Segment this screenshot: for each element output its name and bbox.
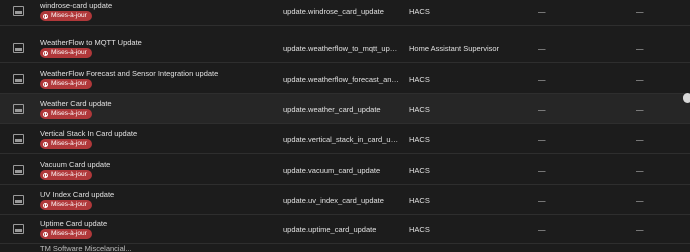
area: — bbox=[538, 165, 546, 175]
label-chip[interactable]: Mises-à-jour bbox=[40, 48, 92, 58]
label-chip[interactable]: Mises-à-jour bbox=[40, 11, 92, 21]
entity-id: update.weatherflow_forecast_and_se... bbox=[283, 74, 401, 84]
update-label-icon bbox=[43, 172, 48, 178]
label-chip[interactable]: Mises-à-jour bbox=[40, 229, 92, 239]
table-row[interactable]: WeatherFlow to MQTT Update Mises-à-jour … bbox=[0, 33, 690, 63]
integration: Home Assistant Supervisor bbox=[409, 43, 500, 53]
status: — bbox=[636, 6, 644, 16]
integration: HACS bbox=[409, 74, 430, 84]
table-row[interactable]: UV Index Card update Mises-à-jour update… bbox=[0, 185, 690, 215]
integration: HACS bbox=[409, 195, 430, 205]
update-entity-icon bbox=[12, 43, 24, 53]
status: — bbox=[636, 195, 644, 205]
label-text: Mises-à-jour bbox=[51, 171, 87, 178]
update-label-icon bbox=[43, 231, 48, 237]
table-row[interactable]: WeatherFlow Forecast and Sensor Integrat… bbox=[0, 64, 690, 94]
update-label-icon bbox=[43, 202, 48, 208]
table-row[interactable]: Weather Card update Mises-à-jour update.… bbox=[0, 94, 690, 124]
label-text: Mises-à-jour bbox=[51, 80, 87, 87]
entity-id: update.windrose_card_update bbox=[283, 6, 384, 16]
integration: HACS bbox=[409, 6, 430, 16]
status: — bbox=[636, 165, 644, 175]
entities-table: windrose-card update Mises-à-jour update… bbox=[0, 0, 690, 252]
status: — bbox=[636, 224, 644, 234]
update-entity-icon bbox=[12, 195, 24, 205]
label-text: Mises-à-jour bbox=[51, 110, 87, 117]
area: — bbox=[538, 224, 546, 234]
status: — bbox=[636, 43, 644, 53]
entity-id: update.uv_index_card_update bbox=[283, 195, 384, 205]
table-row[interactable]: Uptime Card update Mises-à-jour update.u… bbox=[0, 214, 690, 244]
integration: HACS bbox=[409, 165, 430, 175]
table-row[interactable]: Vacuum Card update Mises-à-jour update.v… bbox=[0, 155, 690, 185]
status: — bbox=[636, 104, 644, 114]
update-entity-icon bbox=[12, 165, 24, 175]
area: — bbox=[538, 74, 546, 84]
partial-row-name: TM Software Miscelancial... bbox=[40, 244, 132, 252]
label-chip[interactable]: Mises-à-jour bbox=[40, 170, 92, 180]
update-entity-icon bbox=[12, 6, 24, 16]
update-entity-icon bbox=[12, 74, 24, 84]
area: — bbox=[538, 134, 546, 144]
area: — bbox=[538, 43, 546, 53]
area: — bbox=[538, 195, 546, 205]
update-entity-icon bbox=[12, 134, 24, 144]
label-text: Mises-à-jour bbox=[51, 230, 87, 237]
label-text: Mises-à-jour bbox=[51, 49, 87, 56]
table-row[interactable]: Vertical Stack In Card update Mises-à-jo… bbox=[0, 124, 690, 154]
entity-name-cell: windrose-card update Mises-à-jour bbox=[40, 0, 265, 26]
status: — bbox=[636, 134, 644, 144]
entity-name: Weather Card update bbox=[40, 99, 112, 108]
update-entity-icon bbox=[12, 104, 24, 114]
entity-id: update.weatherflow_to_mqtt_update bbox=[283, 43, 401, 53]
label-text: Mises-à-jour bbox=[51, 201, 87, 208]
entity-name: WeatherFlow to MQTT Update bbox=[40, 38, 142, 47]
label-chip[interactable]: Mises-à-jour bbox=[40, 200, 92, 210]
entity-type-cell bbox=[0, 0, 36, 26]
entity-name: Vertical Stack In Card update bbox=[40, 129, 138, 138]
label-chip[interactable]: Mises-à-jour bbox=[40, 139, 92, 149]
integration: HACS bbox=[409, 134, 430, 144]
label-text: Mises-à-jour bbox=[51, 12, 87, 19]
update-label-icon bbox=[43, 81, 48, 87]
label-chip[interactable]: Mises-à-jour bbox=[40, 109, 92, 119]
table-row[interactable]: windrose-card update Mises-à-jour update… bbox=[0, 0, 690, 26]
area: — bbox=[538, 6, 546, 16]
update-label-icon bbox=[43, 50, 48, 56]
entity-name: UV Index Card update bbox=[40, 190, 115, 199]
area: — bbox=[538, 104, 546, 114]
status: — bbox=[636, 74, 644, 84]
update-entity-icon bbox=[12, 224, 24, 234]
label-chip[interactable]: Mises-à-jour bbox=[40, 79, 92, 89]
entity-id: update.vacuum_card_update bbox=[283, 165, 381, 175]
entity-id: update.weather_card_update bbox=[283, 104, 381, 114]
entity-name: Vacuum Card update bbox=[40, 160, 111, 169]
integration: HACS bbox=[409, 104, 430, 114]
update-label-icon bbox=[43, 13, 48, 19]
entity-name: Uptime Card update bbox=[40, 219, 108, 228]
integration: HACS bbox=[409, 224, 430, 234]
label-text: Mises-à-jour bbox=[51, 140, 87, 147]
entity-name: windrose-card update bbox=[40, 1, 113, 10]
scrollbar-handle[interactable] bbox=[683, 93, 690, 103]
entity-id: update.uptime_card_update bbox=[283, 224, 377, 234]
entity-id: update.vertical_stack_in_card_update bbox=[283, 134, 401, 144]
update-label-icon bbox=[43, 141, 48, 147]
entity-name: WeatherFlow Forecast and Sensor Integrat… bbox=[40, 69, 219, 78]
update-label-icon bbox=[43, 111, 48, 117]
